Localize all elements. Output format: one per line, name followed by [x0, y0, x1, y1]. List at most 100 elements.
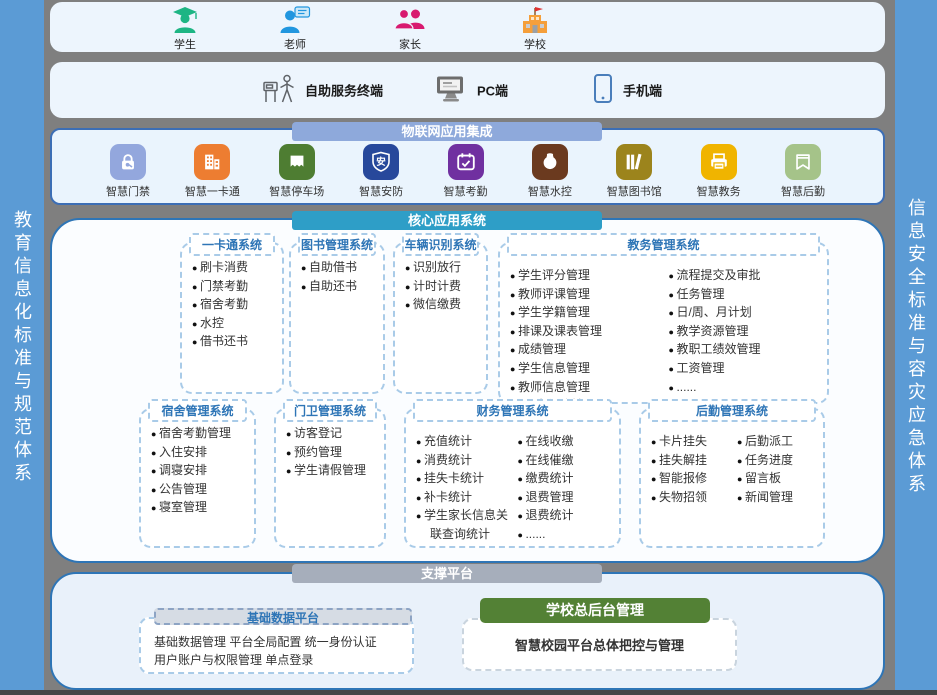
support-platform-banner: 支撑平台 — [292, 564, 602, 583]
system-title: 宿舍管理系统 — [148, 399, 247, 422]
system-item: 在线催缴 — [518, 451, 616, 470]
system-item: 卡片挂失 — [651, 432, 733, 451]
parking-icon — [279, 144, 315, 180]
system-item: 充值统计 — [416, 432, 514, 451]
system-item: 任务进度 — [737, 451, 819, 470]
system-title: 门卫管理系统 — [283, 399, 377, 422]
iot-app-item: 智慧考勤 — [430, 144, 502, 199]
printer-icon — [701, 144, 737, 180]
support-platform-panel: 支撑平台 基础数据平台 基础数据管理 平台全局配置 统一身份认证 用户账户与权限… — [50, 572, 885, 690]
system-item: 学生请假管理 — [286, 461, 380, 480]
iot-app-label: 智慧后勤 — [781, 183, 825, 199]
system-items: 充值统计消费统计挂失卡统计补卡统计学生家长信息关联查询统计 在线收缴在线催缴缴费统… — [406, 410, 619, 546]
bookmark-icon — [785, 144, 821, 180]
user-label: 家长 — [399, 36, 421, 52]
iot-app-label: 智慧水控 — [528, 183, 572, 199]
parents-icon — [394, 6, 426, 34]
iot-app-label: 智慧教务 — [697, 183, 741, 199]
system-item: 学生家长信息关联查询统计 — [416, 506, 514, 543]
iot-app-item: 智慧后勤 — [767, 144, 839, 199]
user-label: 学校 — [524, 36, 546, 52]
base-data-line-1: 基础数据管理 平台全局配置 统一身份认证 — [154, 633, 412, 651]
system-item: 智能报修 — [651, 469, 733, 488]
iot-app-label: 智慧安防 — [359, 183, 403, 199]
right-security-sidebar: 信息安全标准与容灾应急体系 — [895, 0, 937, 695]
school-backend-admin-box: 智慧校园平台总体把控与管理 — [462, 618, 737, 671]
terminal-label: PC端 — [477, 81, 508, 100]
system-box: 后勤管理系统卡片挂失挂失解挂智能报修失物招领后勤派工任务进度留言板新闻管理 — [639, 408, 825, 548]
iot-app-label: 智慧考勤 — [444, 183, 488, 199]
iot-integration-banner: 物联网应用集成 — [292, 122, 602, 141]
iot-app-label: 智慧门禁 — [106, 183, 150, 199]
system-item: 退费统计 — [518, 506, 616, 525]
system-item: 补卡统计 — [416, 488, 514, 507]
kiosk-icon — [262, 74, 296, 107]
pc-icon — [434, 75, 468, 106]
system-item: 挂失解挂 — [651, 451, 733, 470]
iot-app-label: 智慧图书馆 — [607, 183, 662, 199]
core-applications-panel: 核心应用系统 一卡通系统刷卡消费门禁考勤宿舍考勤水控借书还书图书管理系统自助借书… — [50, 218, 885, 563]
system-items: 访客登记预约管理学生请假管理 — [276, 410, 384, 546]
terminal-item: 手机端 — [592, 74, 662, 107]
users-panel: 学生 老师家长 学校 — [50, 2, 885, 52]
books-icon — [616, 144, 652, 180]
school-backend-admin-text: 智慧校园平台总体把控与管理 — [515, 635, 684, 654]
system-item: 缴费统计 — [518, 469, 616, 488]
system-item: 挂失卡统计 — [416, 469, 514, 488]
user-item: 学生 — [153, 6, 217, 52]
terminal-item: 自助服务终端 — [262, 74, 383, 107]
school-backend-admin-banner: 学校总后台管理 — [480, 598, 710, 623]
bottom-edge-strip — [0, 690, 937, 695]
terminal-item: PC端 — [434, 75, 508, 106]
user-item: 老师 — [263, 6, 327, 52]
terminal-label: 手机端 — [623, 81, 662, 100]
building-icon — [194, 144, 230, 180]
system-item: 失物招领 — [651, 488, 733, 507]
system-items: 卡片挂失挂失解挂智能报修失物招领 后勤派工任务进度留言板新闻管理 — [641, 410, 823, 546]
lock-icon — [110, 144, 146, 180]
svg-text:安: 安 — [376, 156, 386, 168]
system-item: 留言板 — [737, 469, 819, 488]
iot-integration-panel: 物联网应用集成 智慧门禁智慧一卡通智慧停车场安智慧安防智慧考勤智慧水控智慧图书馆… — [50, 128, 885, 205]
system-item: 访客登记 — [286, 424, 380, 443]
iot-app-item: 智慧图书馆 — [598, 144, 670, 199]
system-item: 在线收缴 — [518, 432, 616, 451]
system-item: 消费统计 — [416, 451, 514, 470]
base-data-platform-title: 基础数据平台 — [154, 608, 412, 625]
left-standards-sidebar: 教育信息化标准与规范体系 — [0, 0, 44, 695]
system-item: 公告管理 — [151, 480, 250, 499]
terminal-label: 自助服务终端 — [305, 81, 383, 100]
right-sidebar-label: 信息安全标准与容灾应急体系 — [907, 198, 925, 497]
iot-app-item: 智慧教务 — [683, 144, 755, 199]
terminals-panel: 自助服务终端 PC端 手机端 — [50, 62, 885, 118]
system-item: 预约管理 — [286, 443, 380, 462]
system-item: 寝室管理 — [151, 498, 250, 517]
core-applications-banner: 核心应用系统 — [292, 211, 602, 230]
base-data-line-2: 用户账户与权限管理 单点登录 — [154, 651, 412, 669]
water-icon — [532, 144, 568, 180]
user-label: 学生 — [174, 36, 196, 52]
system-item: 入住安排 — [151, 443, 250, 462]
system-title: 后勤管理系统 — [648, 399, 816, 422]
calendar-icon — [448, 144, 484, 180]
system-item: 调寝安排 — [151, 461, 250, 480]
system-box: 财务管理系统充值统计消费统计挂失卡统计补卡统计学生家长信息关联查询统计在线收缴在… — [404, 408, 621, 548]
core-systems-row-2: 宿舍管理系统宿舍考勤管理入住安排调寝安排公告管理寝室管理门卫管理系统访客登记预约… — [52, 220, 883, 561]
system-item: 退费管理 — [518, 488, 616, 507]
iot-app-item: 安智慧安防 — [345, 144, 417, 199]
iot-app-label: 智慧一卡通 — [185, 183, 240, 199]
left-sidebar-label: 教育信息化标准与规范体系 — [13, 210, 31, 486]
iot-app-item: 智慧门禁 — [92, 144, 164, 199]
iot-app-item: 智慧水控 — [514, 144, 586, 199]
system-item: 后勤派工 — [737, 432, 819, 451]
school-icon — [519, 6, 551, 34]
iot-app-item: 智慧停车场 — [261, 144, 333, 199]
system-item: 宿舍考勤管理 — [151, 424, 250, 443]
system-box: 门卫管理系统访客登记预约管理学生请假管理 — [274, 408, 386, 548]
iot-app-label: 智慧停车场 — [269, 183, 324, 199]
system-item: 新闻管理 — [737, 488, 819, 507]
system-title: 财务管理系统 — [413, 399, 612, 422]
shield-icon: 安 — [363, 144, 399, 180]
system-item: ...... — [518, 525, 616, 544]
teacher-icon — [279, 6, 311, 34]
